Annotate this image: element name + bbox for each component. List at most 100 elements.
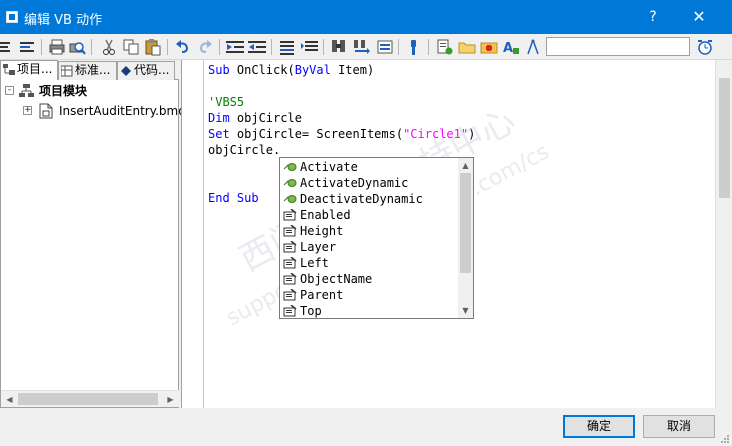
autocomplete-label: Top	[300, 304, 322, 318]
compass-icon[interactable]	[524, 38, 542, 56]
uncomment-icon[interactable]	[300, 38, 318, 56]
scroll-right-icon[interactable]: ▶	[162, 391, 179, 408]
bookmark-icon[interactable]	[376, 38, 394, 56]
cancel-button[interactable]: 取消	[643, 415, 715, 438]
code-token: ByVal	[294, 63, 331, 77]
align-center-icon[interactable]	[18, 38, 36, 56]
code-token: Set	[208, 127, 230, 141]
window-title: 编辑 VB 动作	[24, 13, 103, 28]
cut-icon[interactable]	[100, 38, 118, 56]
tab-label: 项目...	[17, 62, 53, 76]
copy-icon[interactable]	[122, 38, 140, 56]
autocomplete-item[interactable]: ActivateDynamic	[282, 175, 458, 191]
collapse-icon[interactable]: -	[5, 86, 14, 95]
close-button[interactable]: ✕	[684, 5, 714, 29]
code-token: objCircle	[229, 111, 302, 125]
method-icon	[283, 161, 297, 173]
scrollbar-thumb[interactable]	[18, 393, 158, 405]
code-line[interactable]: Dim objCircle	[208, 110, 302, 126]
autocomplete-label: Parent	[300, 288, 344, 302]
tag-icon[interactable]	[436, 38, 454, 56]
code-line[interactable]: 'VBS5	[208, 94, 244, 110]
tab-label: 代码...	[134, 63, 170, 77]
align-left-icon[interactable]	[0, 38, 18, 56]
print-preview-icon[interactable]	[68, 38, 86, 56]
autocomplete-item[interactable]: Left	[282, 255, 458, 271]
code-icon	[120, 65, 132, 77]
property-icon[interactable]: A	[502, 38, 520, 56]
code-token: End	[208, 191, 230, 205]
autocomplete-scrollbar[interactable]: ▲ ▼	[458, 158, 473, 318]
standard-icon	[60, 65, 73, 77]
scroll-down-icon[interactable]: ▼	[458, 303, 473, 318]
code-line[interactable]: objCircle.	[208, 142, 280, 158]
file-icon	[39, 103, 53, 119]
property-icon	[283, 208, 297, 221]
autocomplete-item[interactable]: Enabled	[282, 207, 458, 223]
tree-horizontal-scrollbar[interactable]: ◀ ▶	[1, 390, 179, 407]
property-icon	[283, 240, 297, 253]
autocomplete-label: Height	[300, 224, 344, 238]
scrollbar-thumb[interactable]	[719, 78, 730, 198]
left-panel-tabs: 项目... 标准... 代码...	[0, 60, 179, 80]
autocomplete-item[interactable]: Parent	[282, 287, 458, 303]
syntax-check-icon[interactable]	[404, 38, 422, 56]
property-icon	[283, 224, 297, 237]
function-icon[interactable]	[480, 38, 498, 56]
app-icon	[6, 11, 18, 23]
code-line[interactable]: Sub OnClick(ByVal Item)	[208, 62, 374, 78]
tab-code[interactable]: 代码...	[117, 61, 175, 80]
autocomplete-item[interactable]: Height	[282, 223, 458, 239]
project-tree: - 项目模块 + InsertAuditEntry.bmo ◀ ▶	[0, 80, 186, 408]
autocomplete-item[interactable]: Activate	[282, 159, 458, 175]
code-line[interactable]: End Sub	[208, 190, 259, 206]
autocomplete-label: ObjectName	[300, 272, 373, 286]
dialog-footer: 确定 取消	[0, 408, 732, 446]
ok-button[interactable]: 确定	[563, 415, 635, 438]
comment-icon[interactable]	[278, 38, 296, 56]
tab-standard[interactable]: 标准...	[58, 61, 117, 80]
find-icon[interactable]	[330, 38, 348, 56]
code-line[interactable]: Set objCircle= ScreenItems("Circle1")	[208, 126, 475, 142]
outdent-icon[interactable]	[248, 38, 266, 56]
project-icon	[3, 64, 15, 76]
code-token: "Circle1"	[403, 127, 469, 141]
code-token: OnClick(	[229, 63, 295, 77]
undo-icon[interactable]	[174, 38, 192, 56]
scroll-left-icon[interactable]: ◀	[1, 391, 18, 408]
property-icon	[283, 288, 297, 301]
autocomplete-label: Layer	[300, 240, 337, 254]
scroll-up-icon[interactable]: ▲	[458, 158, 473, 173]
code-token: objCircle.	[208, 143, 281, 157]
svg-text:A: A	[503, 41, 513, 56]
tree-item-label: 项目模块	[39, 84, 88, 98]
clock-icon[interactable]	[696, 38, 714, 56]
expand-icon[interactable]: +	[23, 106, 32, 115]
method-icon	[283, 193, 297, 205]
tab-label: 标准...	[75, 63, 111, 77]
autocomplete-list[interactable]: Activate ActivateDynamic DeactivateDynamic…	[279, 157, 474, 319]
paste-icon[interactable]	[144, 38, 162, 56]
toolbar-search-input[interactable]	[546, 37, 690, 56]
autocomplete-item[interactable]: Layer	[282, 239, 458, 255]
indent-icon[interactable]	[226, 38, 244, 56]
autocomplete-item[interactable]: Top	[282, 303, 458, 319]
tree-item-label: InsertAuditEntry.bmo	[59, 104, 186, 118]
autocomplete-item[interactable]: DeactivateDynamic	[282, 191, 458, 207]
print-icon[interactable]	[48, 38, 66, 56]
redo-icon[interactable]	[196, 38, 214, 56]
autocomplete-item[interactable]: ObjectName	[282, 271, 458, 287]
replace-icon[interactable]	[352, 38, 370, 56]
help-button[interactable]: ?	[641, 5, 665, 29]
editor-vertical-scrollbar[interactable]	[715, 60, 732, 408]
autocomplete-label: ActivateDynamic	[300, 176, 409, 190]
scrollbar-thumb[interactable]	[460, 173, 471, 273]
tab-project[interactable]: 项目...	[0, 60, 58, 80]
method-icon	[283, 177, 297, 189]
folder-icon[interactable]	[458, 38, 476, 56]
code-token: 'VBS5	[208, 95, 245, 109]
resize-grip-icon[interactable]	[720, 434, 730, 444]
toolbar: A	[0, 34, 732, 60]
module-icon	[19, 84, 35, 98]
editor-gutter	[182, 60, 204, 408]
